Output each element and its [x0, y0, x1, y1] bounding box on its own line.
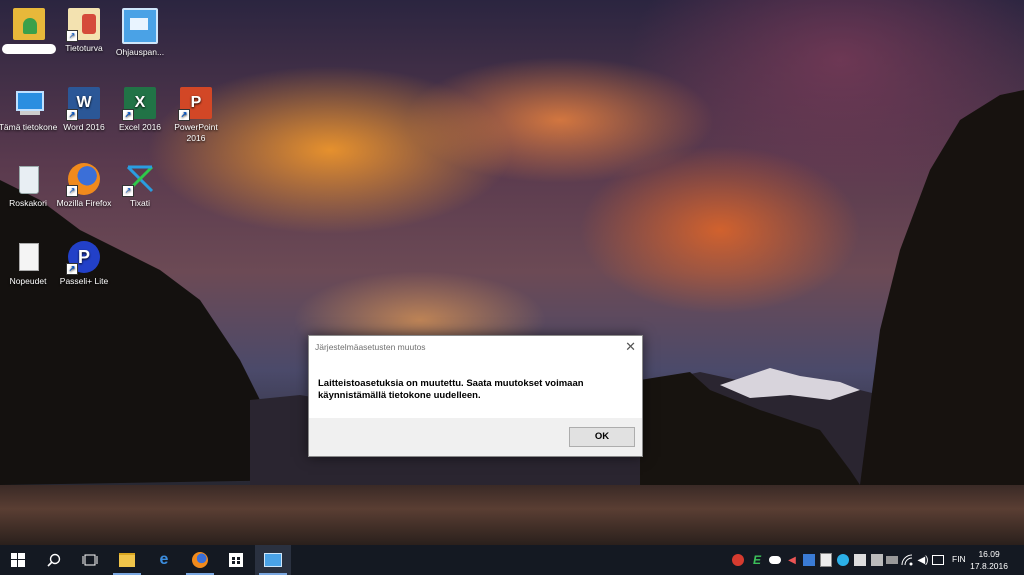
control-panel-icon — [122, 8, 158, 44]
shortcut-arrow-icon: ↗ — [66, 185, 78, 197]
wallpaper-mountains — [0, 90, 1024, 499]
taskbar: e E ◀ ◀) FIN 16.09 17.8.2016 — [0, 545, 1024, 575]
shortcut-arrow-icon: ↗ — [178, 109, 190, 121]
taskbar-control-panel[interactable] — [255, 545, 291, 575]
desktop-icon-firefox[interactable]: ↗ Mozilla Firefox — [53, 163, 115, 209]
word-icon: W ↗ — [66, 87, 100, 121]
recycle-bin-icon — [12, 163, 44, 195]
shortcut-arrow-icon: ↗ — [66, 109, 78, 121]
desktop-icon-word[interactable]: W ↗ Word 2016 — [53, 87, 115, 133]
clock-time: 16.09 — [978, 549, 1000, 559]
tray-e-icon[interactable]: E — [750, 545, 764, 575]
search-icon — [47, 553, 61, 567]
desktop-icon-label: Excel 2016 — [118, 122, 162, 132]
redacted-label-mask — [2, 44, 56, 54]
desktop-icon-label: Word 2016 — [63, 122, 105, 132]
desktop-icon-label: Ohjauspan... — [115, 47, 165, 57]
dialog-title: Järjestelmäasetusten muutos — [315, 342, 426, 352]
search-button[interactable] — [36, 545, 72, 575]
action-center-icon[interactable] — [931, 545, 945, 575]
desktop-icon-excel[interactable]: X ↗ Excel 2016 — [109, 87, 171, 133]
tray-cloud-icon[interactable] — [768, 545, 782, 575]
desktop-icon-tietoturva[interactable]: ↗ Tietoturva — [53, 8, 115, 54]
start-button[interactable] — [0, 545, 36, 575]
desktop-icon-recycle-bin[interactable]: Roskakori — [0, 163, 59, 209]
tray-volume-muted-icon[interactable]: ◀ — [786, 545, 798, 575]
taskbar-file-explorer[interactable] — [109, 545, 145, 575]
ok-button[interactable]: OK — [569, 427, 635, 447]
clock[interactable]: 16.09 17.8.2016 — [970, 548, 1008, 572]
restart-required-dialog: Järjestelmäasetusten muutos ✕ Laitteisto… — [308, 335, 643, 457]
tray-app-icon[interactable] — [820, 545, 832, 575]
edge-icon: e — [159, 551, 169, 568]
tray-app-icon[interactable] — [871, 545, 883, 575]
taskbar-edge[interactable]: e — [146, 545, 182, 575]
user-folder-icon — [13, 8, 45, 40]
wallpaper-water — [0, 485, 1024, 545]
task-view-button[interactable] — [72, 545, 108, 575]
firefox-icon: ↗ — [66, 163, 100, 197]
powerpoint-icon: P ↗ — [178, 87, 212, 121]
folder-icon — [119, 553, 135, 567]
shortcut-arrow-icon: ↗ — [122, 109, 134, 121]
desktop-icon-label: Nopeudet — [9, 276, 47, 286]
desktop-icon-label: PowerPoint 2016 — [174, 122, 218, 143]
windows-logo-icon — [11, 553, 25, 567]
desktop-icon-label: Tixati — [130, 198, 150, 208]
firefox-icon — [192, 552, 208, 568]
tray-app-icon[interactable] — [803, 545, 815, 575]
task-view-icon — [82, 554, 98, 566]
volume-icon[interactable]: ◀) — [916, 545, 930, 575]
clock-date: 17.8.2016 — [970, 561, 1008, 571]
desktop-icon-tixati[interactable]: ↗ Tixati — [109, 163, 171, 209]
desktop-icon-label: Mozilla Firefox — [56, 198, 112, 208]
shortcut-arrow-icon: ↗ — [66, 30, 78, 42]
store-icon — [229, 553, 243, 567]
language-indicator[interactable]: FIN — [952, 554, 966, 564]
desktop-icon-powerpoint[interactable]: P ↗ PowerPoint 2016 — [165, 87, 227, 144]
tray-shield-icon[interactable] — [837, 545, 849, 575]
tray-app-icon[interactable] — [854, 545, 866, 575]
security-icon: ↗ — [66, 8, 100, 42]
tray-bug-icon[interactable] — [732, 545, 744, 575]
taskbar-store[interactable] — [218, 545, 254, 575]
document-icon — [12, 241, 44, 273]
dialog-message: Laitteistoasetuksia on muutettu. Saata m… — [318, 378, 584, 401]
shortcut-arrow-icon: ↗ — [122, 185, 134, 197]
taskbar-firefox[interactable] — [182, 545, 218, 575]
desktop-icon-label: Tietoturva — [65, 43, 103, 53]
desktop-icon-label: Roskakori — [9, 198, 47, 208]
desktop-icon-nopeudet[interactable]: Nopeudet — [0, 241, 59, 287]
desktop-icon-label: Tämä tietokone — [0, 122, 58, 132]
desktop-icon-control-panel[interactable]: Ohjauspan... — [109, 8, 171, 58]
tray-printer-icon[interactable] — [886, 545, 898, 575]
passeli-icon: P ↗ — [66, 241, 100, 275]
control-panel-icon — [264, 553, 282, 567]
desktop-icon-passeli[interactable]: P ↗ Passeli+ Lite — [53, 241, 115, 287]
excel-icon: X ↗ — [122, 87, 156, 121]
desktop-icon-this-pc[interactable]: Tämä tietokone — [0, 87, 59, 133]
computer-icon — [12, 87, 44, 119]
desktop-icon-label: Passeli+ Lite — [59, 276, 109, 286]
tixati-icon: ↗ — [122, 163, 156, 197]
close-icon[interactable]: ✕ — [625, 339, 636, 355]
network-icon[interactable] — [900, 545, 914, 575]
desktop-icon-user-folder[interactable] — [0, 8, 60, 54]
shortcut-arrow-icon: ↗ — [66, 263, 78, 275]
dialog-footer: OK — [309, 418, 642, 456]
